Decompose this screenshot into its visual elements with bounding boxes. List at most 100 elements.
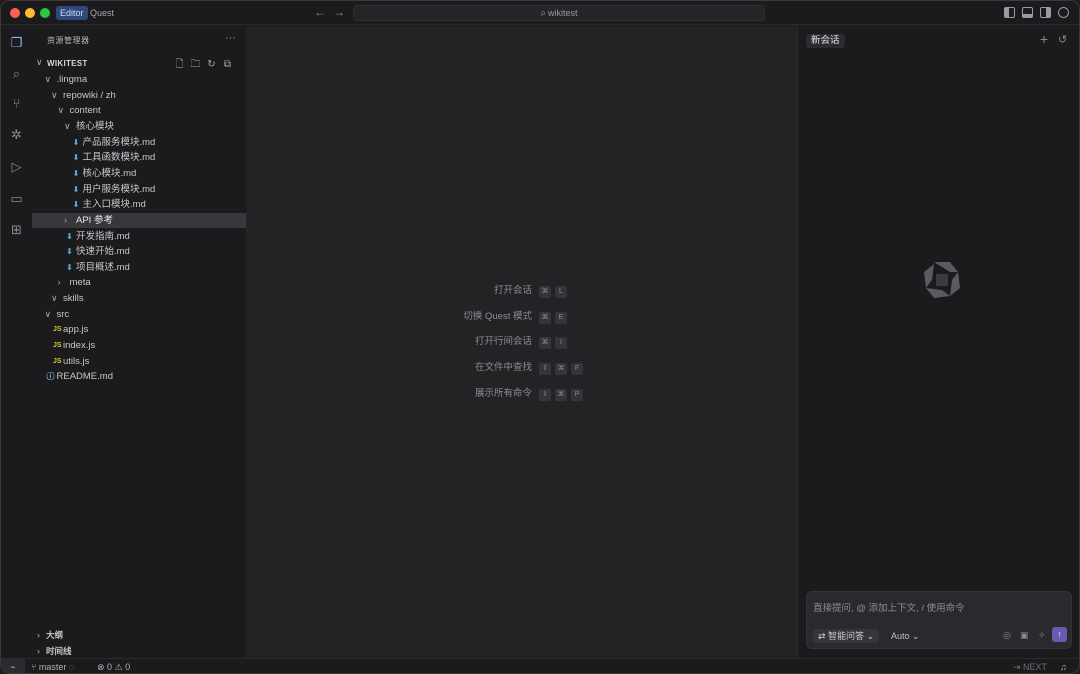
markdown-file-icon: ⬇ [72,184,80,194]
tree-item[interactable]: JS index.js [32,338,246,353]
new-folder-icon[interactable]: 🗀 [190,59,201,70]
magic-icon[interactable]: ✧ [1038,630,1046,641]
tree-item[interactable]: JS app.js [32,322,246,337]
tree-item[interactable]: ∨ src [32,307,246,322]
editor-mode-tab[interactable]: Editor [56,6,88,20]
chat-panel: 新会话 + ↺ 直接提问, @ 添加上下文, / 使用命令 ⇄ 智能问答 ⌄ A… [797,26,1079,658]
tree-item-label: app.js [63,324,89,336]
tree-item[interactable]: ⬇ 主入口模块.md [32,197,246,212]
tree-item[interactable]: ∨ repowiki / zh [32,88,246,103]
tree-item[interactable]: › meta [32,275,246,290]
command-center-search[interactable]: ⌕ wikitest [353,5,765,21]
more-actions-icon[interactable]: ··· [225,32,236,44]
status-bar: ⌁ ⑂ master ◌ ⊗ 0 ⚠ 0 ⇥ NEXT ♫ [1,658,1079,673]
next-indicator[interactable]: ⇥ NEXT [1013,659,1048,673]
quest-mode-tab[interactable]: Quest [86,6,118,20]
project-header[interactable]: ∨ WIKITEST 🗋 🗀 ↻ ⧉ [32,57,246,71]
explorer-icon[interactable]: ❐ [9,35,24,50]
new-file-icon[interactable]: 🗋 [174,59,185,70]
info-file-icon: ⓘ [46,372,55,382]
tree-item[interactable]: ⬇ 用户服务模块.md [32,182,246,197]
tree-item-label: 开发指南.md [76,230,130,242]
chevron-down-icon: ∨ [44,308,52,319]
ai-assistant-icon[interactable]: ✲ [9,127,24,142]
explorer-title: 资源管理器 [47,36,90,45]
branch-icon: ⑂ [31,662,39,672]
history-icon[interactable]: ↺ [1058,33,1067,46]
zoom-window-button[interactable] [40,8,50,18]
tree-item-label: index.js [63,340,96,352]
tree-item[interactable]: ∨ skills [32,291,246,306]
tree-item-label: API 参考 [76,214,113,226]
remote-explorer-icon[interactable]: ▭ [9,191,24,206]
tree-item[interactable]: ⓘ README.md [32,369,246,384]
toggle-panel-icon[interactable] [1022,7,1033,18]
chevron-down-icon: ∨ [51,89,58,100]
shortcut-keys: ⌘ L [539,284,571,298]
tree-item[interactable]: ⬇ 项目概述.md [32,260,246,275]
send-button[interactable]: ↑ [1052,627,1067,642]
branch-indicator[interactable]: ⑂ master ◌ [31,659,75,673]
search-icon[interactable]: ⌕ [9,66,24,81]
refresh-icon[interactable]: ↻ [206,59,217,70]
mode-switch-icon: ⇄ [818,631,829,641]
outline-section[interactable]: › 大纲 [32,628,246,643]
problems-indicator[interactable]: ⊗ 0 ⚠ 0 [97,659,130,673]
model-label: Auto [891,631,910,641]
image-icon[interactable]: ▣ [1020,630,1029,641]
model-select[interactable]: Auto ⌄ [891,629,920,643]
collapse-all-icon[interactable]: ⧉ [222,59,233,70]
tree-item[interactable]: ⬇ 核心模块.md [32,166,246,181]
warning-icon: ⚠ [112,662,126,672]
chat-mode-select[interactable]: ⇄ 智能问答 ⌄ [813,629,880,643]
run-debug-icon[interactable]: ▷ [9,159,24,174]
tree-item[interactable]: ⬇ 快速开始.md [32,244,246,259]
chat-input-placeholder[interactable]: 直接提问, @ 添加上下文, / 使用命令 [813,600,965,614]
tree-item-label: meta [69,277,91,289]
next-label: NEXT [1023,662,1048,672]
tree-item[interactable]: › API 参考 [32,212,246,228]
minimize-window-button[interactable] [25,8,35,18]
workspace-name: wikitest [548,8,578,18]
shortcut-key: ⇧ [539,388,551,401]
shortcut-label: 打开会话 [493,285,532,296]
source-control-icon[interactable]: ⑂ [9,96,24,111]
forward-arrow-icon[interactable]: → [333,5,345,19]
tree-item[interactable]: ∨ content [32,103,246,118]
shortcut-key: ⇧ [539,363,551,376]
javascript-file-icon: JS [53,326,62,334]
toggle-secondary-sidebar-icon[interactable] [1040,7,1051,18]
tree-item[interactable]: ∨ 核心模块 [32,119,246,134]
shortcut-label: 在文件中查找 [474,362,532,374]
new-chat-plus-icon[interactable]: + [1040,31,1048,47]
shortcut-keys: ⇧ ⌘ F [539,361,587,376]
javascript-file-icon: JS [53,342,62,350]
toggle-primary-sidebar-icon[interactable] [1004,7,1015,18]
activity-bar: ❐ ⌕ ⑂ ✲ ▷ ▭ ⊞ [1,26,32,658]
sync-icon: ◌ [66,662,75,672]
tree-item[interactable]: JS utils.js [32,354,246,369]
timeline-section[interactable]: › 时间线 [32,644,246,659]
markdown-file-icon: ⬇ [66,231,73,241]
chat-input-box[interactable]: 直接提问, @ 添加上下文, / 使用命令 ⇄ 智能问答 ⌄ Auto ⌄ ◎ … [806,591,1072,649]
tree-item-label: 项目概述.md [76,261,130,273]
markdown-file-icon: ⬇ [72,153,80,163]
tree-item-label: content [69,105,101,117]
tree-item-label: 工具函数模块.md [82,152,156,164]
tree-item[interactable]: ⬇ 开发指南.md [32,229,246,244]
tree-item[interactable]: ⬇ 工具函数模块.md [32,150,246,165]
close-window-button[interactable] [10,8,20,18]
tree-item[interactable]: ⬇ 产品服务模块.md [32,135,246,150]
shortcut-label: 展示所有命令 [474,387,532,399]
account-icon[interactable] [1058,7,1069,18]
new-chat-tab[interactable]: 新会话 [806,34,845,48]
shortcut-key: ⌘ [555,388,567,401]
notifications-bell-icon[interactable]: ♫ [1060,659,1067,673]
back-arrow-icon[interactable]: ← [314,5,326,19]
tree-item-label: 核心模块 [76,120,115,132]
remote-indicator-icon[interactable]: ⌁ [1,659,25,673]
editor-area[interactable]: 打开会话 ⌘ L 切换 Quest 模式 ⌘ E 打开行间会话 ⌘ I 在文件中查找 ⇧ ⌘ F 展示所有… [246,26,797,658]
tree-item[interactable]: ∨ .lingma [32,72,246,87]
mention-icon[interactable]: ◎ [1003,630,1011,641]
extensions-icon[interactable]: ⊞ [9,222,24,237]
